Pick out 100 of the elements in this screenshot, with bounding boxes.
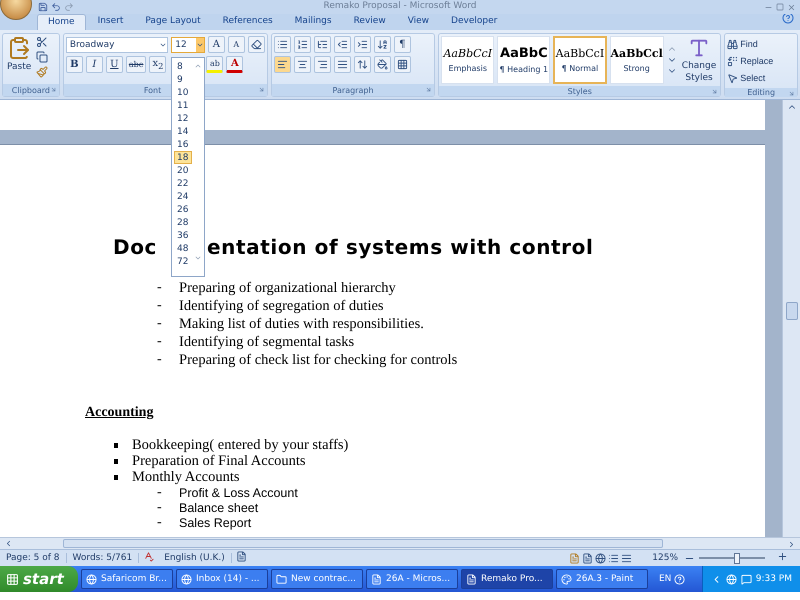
font-name-field[interactable]: Broadway [66, 36, 168, 52]
ribbon-tab[interactable]: View [398, 14, 440, 30]
font-size-field[interactable]: 12 [171, 36, 205, 52]
paste-button[interactable]: Paste [5, 36, 34, 82]
font-size-option[interactable]: 72 [174, 255, 192, 268]
copy-icon [36, 51, 48, 63]
style-card[interactable]: AaBbCcI ¶ Normal [553, 36, 606, 84]
font-size-option[interactable]: 16 [174, 138, 192, 151]
numbered-list-icon [296, 39, 308, 50]
dialog-launcher-icon[interactable] [711, 88, 718, 95]
taskbar-button[interactable]: New contrac... [271, 569, 363, 589]
font-size-option[interactable]: 12 [174, 112, 192, 125]
ribbon-tab[interactable]: Mailings [284, 14, 342, 30]
ribbon-tab[interactable]: Review [344, 14, 396, 30]
font-size-option[interactable]: 28 [174, 216, 192, 229]
clear-formatting-button[interactable] [248, 36, 265, 53]
line-spacing-button[interactable] [354, 56, 371, 73]
style-card[interactable]: AaBbCcI Emphasis [441, 36, 494, 84]
font-size-option[interactable]: 8 [174, 60, 192, 73]
font-size-option[interactable]: 11 [174, 99, 192, 112]
align-button[interactable] [314, 56, 331, 73]
web-layout-icon [595, 552, 606, 564]
horizontal-scrollbar[interactable] [0, 537, 800, 549]
taskbar-button[interactable]: Inbox (14) - ... [176, 569, 268, 589]
zoom-level[interactable]: 125% [646, 553, 684, 563]
font-size-option[interactable]: 10 [174, 86, 192, 99]
font-size-option[interactable]: 18 [174, 151, 192, 164]
group-label: Editing [747, 88, 776, 97]
pointer-icon [727, 72, 738, 84]
underline-button[interactable]: U [106, 56, 123, 73]
taskbar-button[interactable]: 26A.3 - Paint [556, 569, 648, 589]
zoom-slider-thumb[interactable] [734, 552, 740, 564]
font-size-option[interactable]: 14 [174, 125, 192, 138]
binoculars-icon [727, 38, 738, 50]
numbering-button[interactable] [294, 36, 311, 53]
grow-font-button[interactable]: A [208, 36, 225, 53]
ribbon-tab[interactable]: References [212, 14, 283, 30]
dialog-launcher-icon[interactable] [258, 86, 265, 93]
scroll-thumb[interactable] [63, 539, 663, 548]
borders-button[interactable] [394, 56, 411, 73]
align-button[interactable] [334, 56, 351, 73]
dialog-launcher-icon[interactable] [50, 86, 57, 93]
multilevel-list-button[interactable] [314, 36, 331, 53]
change-styles-button[interactable]: Change Styles [680, 37, 718, 83]
font-size-option[interactable]: 26 [174, 203, 192, 216]
shading-button[interactable] [374, 56, 391, 73]
ribbon-tab[interactable]: Page Layout [135, 14, 211, 30]
strikethrough-button[interactable]: abe [126, 56, 146, 73]
ribbon-tab[interactable]: Developer [441, 14, 508, 30]
scroll-right-icon [787, 540, 796, 549]
style-card[interactable]: AaBbC ¶ Heading 1 [497, 36, 550, 84]
font-size-option[interactable]: 48 [174, 242, 192, 255]
line-spacing-icon [356, 59, 368, 70]
italic-button[interactable]: I [86, 56, 103, 73]
font-color-button[interactable]: A [226, 56, 244, 73]
shrink-font-button[interactable]: A [228, 36, 245, 53]
scroll-thumb[interactable] [786, 302, 798, 320]
language-indicator[interactable]: EN [659, 574, 672, 584]
bold-button[interactable]: B [66, 56, 83, 73]
align-button[interactable] [274, 56, 291, 73]
replace-icon [727, 56, 738, 66]
start-button[interactable]: start [0, 566, 78, 592]
font-size-option[interactable]: 22 [174, 177, 192, 190]
subscript-button[interactable]: x$_{2}$ [149, 56, 166, 73]
ribbon-tab[interactable]: Home [37, 14, 86, 30]
replace-button[interactable]: Replace [727, 53, 795, 69]
decrease-indent-icon [336, 39, 348, 50]
word-count[interactable]: Words: 5/761 [66, 553, 140, 563]
font-size-option[interactable]: 36 [174, 229, 192, 242]
ribbon-tab[interactable]: Insert [88, 14, 134, 30]
list-item-text: Bookkeeping( entered by your staffs) [132, 436, 348, 454]
language-label[interactable]: English (U.K.) [158, 553, 232, 563]
taskbar-button[interactable]: Remako Pro... [461, 569, 553, 589]
app-icon [276, 574, 287, 584]
increase-indent-button[interactable] [354, 36, 371, 53]
taskbar-button[interactable]: 26A - Micros... [366, 569, 458, 589]
dialog-launcher-icon[interactable] [788, 90, 795, 97]
font-size-option[interactable]: 9 [174, 73, 192, 86]
dialog-launcher-icon[interactable] [425, 86, 432, 93]
sort-button[interactable] [374, 36, 391, 53]
vertical-scrollbar[interactable] [782, 100, 800, 537]
bullets-button[interactable] [274, 36, 291, 53]
taskbar-button[interactable]: Safaricom Br... [81, 569, 173, 589]
decrease-indent-button[interactable] [334, 36, 351, 53]
bullet-marker [114, 474, 118, 480]
style-label: Emphasis [448, 64, 487, 73]
highlight-button[interactable]: ab [206, 56, 224, 73]
page-count[interactable]: Page: 5 of 8 [0, 553, 67, 563]
dash-marker: - [157, 298, 163, 314]
align-button[interactable] [294, 56, 311, 73]
align-icon [336, 59, 348, 70]
show-formatting-button[interactable]: ¶ [394, 36, 411, 53]
dash-marker: - [157, 316, 163, 332]
font-size-option[interactable]: 20 [174, 164, 192, 177]
clipboard-icon [7, 36, 32, 60]
font-size-option[interactable]: 24 [174, 190, 192, 203]
style-card[interactable]: AaBbCcl Strong [610, 36, 664, 84]
list-item-text: Preparing of check list for checking for controls [179, 352, 458, 368]
find-button[interactable]: Find [727, 36, 795, 52]
select-button[interactable]: Select [727, 70, 795, 86]
